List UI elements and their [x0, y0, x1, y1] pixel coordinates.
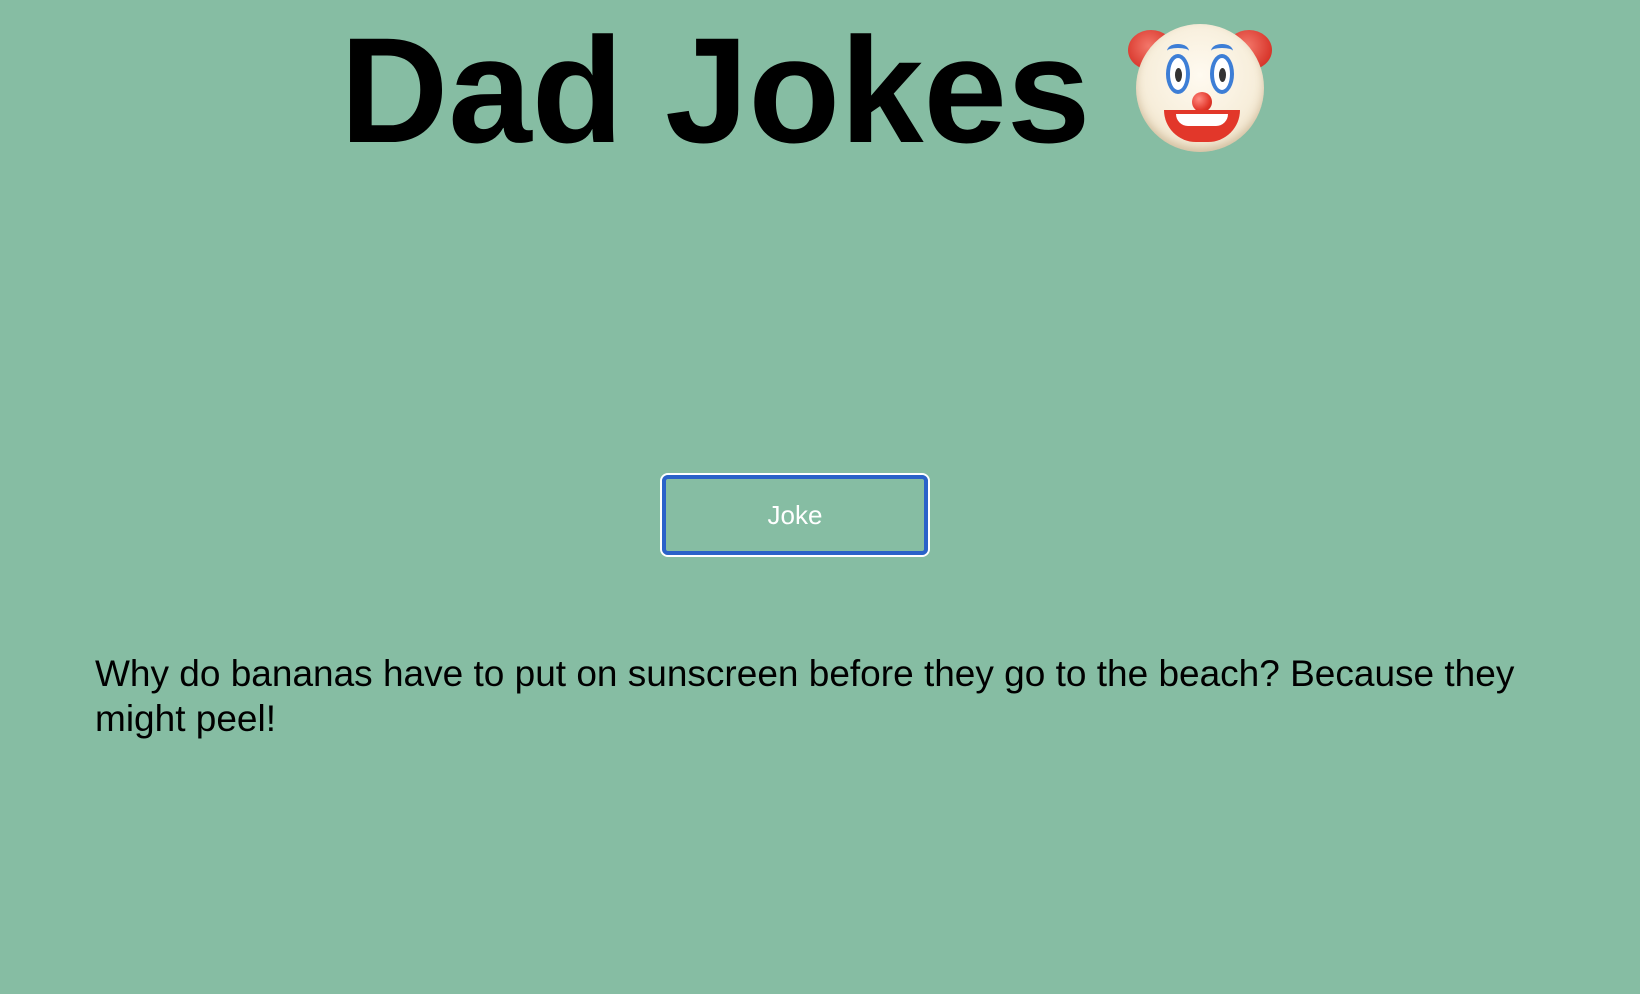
- joke-text: Why do bananas have to put on sunscreen …: [95, 653, 1515, 739]
- clown-eye-left: [1166, 54, 1191, 94]
- joke-button[interactable]: Joke: [662, 475, 928, 555]
- clown-mouth: [1164, 110, 1241, 142]
- clown-face: [1136, 24, 1265, 152]
- page: { "page": { "background_color": "#86bda3…: [0, 0, 1640, 994]
- clown-nose: [1192, 92, 1213, 112]
- clown-eye-right: [1210, 54, 1235, 94]
- page-title-text: Dad Jokes: [340, 6, 1091, 174]
- page-title: Dad Jokes: [340, 6, 1273, 174]
- clown-face-icon: [1128, 18, 1273, 158]
